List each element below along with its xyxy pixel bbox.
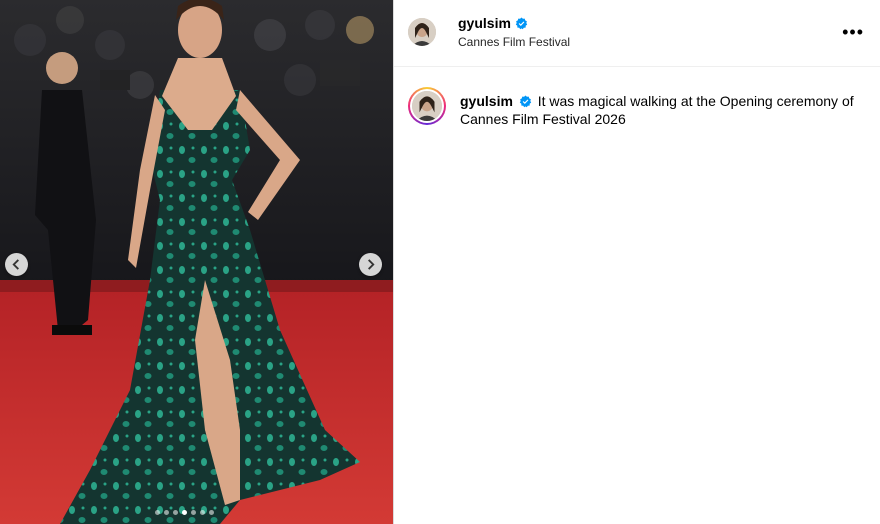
avatar-image (408, 18, 436, 46)
carousel-dot (182, 510, 187, 515)
avatar-image (412, 91, 442, 121)
avatar (412, 91, 442, 121)
username[interactable]: gyulsim (458, 15, 511, 31)
post-photo (0, 0, 393, 524)
more-options-button[interactable]: ••• (842, 22, 864, 42)
post-media[interactable] (0, 0, 393, 524)
avatar[interactable] (408, 18, 436, 46)
caption-username[interactable]: gyulsim (460, 93, 513, 109)
carousel-dot (191, 510, 196, 515)
location-link[interactable]: Cannes Film Festival (458, 35, 570, 49)
story-ring[interactable] (408, 87, 446, 125)
caption-text-block: gyulsim It was magical walking at the Op… (460, 92, 860, 128)
carousel-dot (200, 510, 205, 515)
carousel-dot (155, 510, 160, 515)
post-header: gyulsim Cannes Film Festival ••• (394, 0, 880, 67)
chevron-right-icon (368, 259, 375, 270)
carousel-next-button[interactable] (359, 253, 382, 276)
post-panel: gyulsim Cannes Film Festival ••• gyulsim… (394, 0, 880, 524)
verified-badge-icon (519, 95, 531, 108)
carousel-dot (173, 510, 178, 515)
carousel-dot (209, 510, 214, 515)
post-view: gyulsim Cannes Film Festival ••• gyulsim… (0, 0, 880, 524)
carousel-indicator (155, 510, 214, 515)
carousel-dot (164, 510, 169, 515)
post-caption: gyulsim It was magical walking at the Op… (394, 67, 880, 128)
chevron-left-icon (12, 259, 19, 270)
verified-badge-icon (515, 17, 528, 29)
carousel-prev-button[interactable] (5, 253, 28, 276)
